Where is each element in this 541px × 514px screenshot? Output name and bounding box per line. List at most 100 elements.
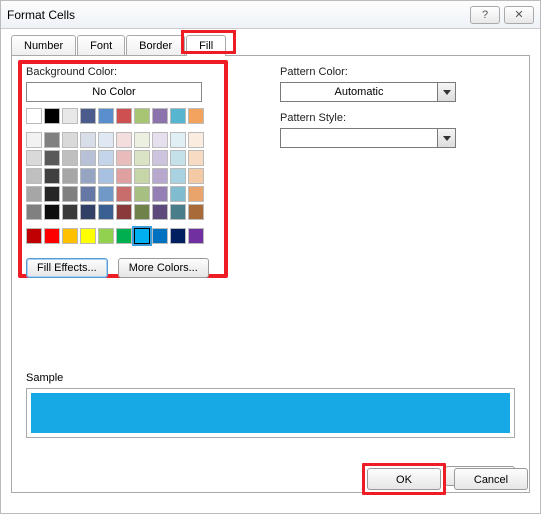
color-swatch[interactable]: [98, 168, 114, 184]
color-swatch[interactable]: [26, 108, 42, 124]
color-swatch[interactable]: [80, 228, 96, 244]
tab-label: Fill: [199, 40, 213, 52]
color-swatch[interactable]: [44, 204, 60, 220]
color-swatch[interactable]: [62, 132, 78, 148]
color-swatch[interactable]: [80, 150, 96, 166]
color-swatch[interactable]: [116, 186, 132, 202]
color-swatch[interactable]: [26, 150, 42, 166]
color-swatch[interactable]: [152, 186, 168, 202]
pattern-style-dropdown-button[interactable]: [437, 129, 455, 147]
color-swatch[interactable]: [26, 132, 42, 148]
color-swatch[interactable]: [134, 150, 150, 166]
color-swatch[interactable]: [116, 132, 132, 148]
fill-effects-button[interactable]: Fill Effects...: [26, 258, 108, 278]
color-swatch[interactable]: [98, 228, 114, 244]
color-swatch[interactable]: [152, 228, 168, 244]
color-swatch[interactable]: [170, 168, 186, 184]
color-swatch[interactable]: [170, 204, 186, 220]
color-swatch[interactable]: [44, 168, 60, 184]
cancel-label: Cancel: [474, 474, 508, 486]
color-swatch[interactable]: [188, 204, 204, 220]
color-swatch[interactable]: [152, 150, 168, 166]
tab-font[interactable]: Font: [77, 35, 125, 56]
color-swatch[interactable]: [62, 228, 78, 244]
color-swatch[interactable]: [80, 168, 96, 184]
color-swatch[interactable]: [80, 108, 96, 124]
sample-label: Sample: [26, 372, 63, 384]
color-swatch[interactable]: [116, 228, 132, 244]
color-swatch[interactable]: [98, 150, 114, 166]
color-swatch[interactable]: [152, 204, 168, 220]
tab-label: Font: [90, 40, 112, 52]
color-swatch[interactable]: [170, 108, 186, 124]
color-swatch[interactable]: [62, 168, 78, 184]
no-color-button[interactable]: No Color: [26, 82, 202, 102]
color-swatch[interactable]: [98, 186, 114, 202]
format-cells-dialog: Format Cells ? ✕ Number Font Border Fill…: [0, 0, 541, 514]
color-swatch[interactable]: [170, 132, 186, 148]
close-button[interactable]: ✕: [504, 6, 534, 24]
pattern-color-dropdown-button[interactable]: [437, 83, 455, 101]
pattern-color-combo[interactable]: Automatic: [280, 82, 456, 102]
color-swatch[interactable]: [134, 132, 150, 148]
color-swatch[interactable]: [26, 168, 42, 184]
cancel-button[interactable]: Cancel: [454, 468, 528, 490]
tab-label: Border: [139, 40, 172, 52]
color-swatch[interactable]: [188, 168, 204, 184]
color-swatch[interactable]: [26, 228, 42, 244]
color-swatch[interactable]: [152, 132, 168, 148]
color-swatch[interactable]: [134, 108, 150, 124]
color-swatch[interactable]: [170, 186, 186, 202]
color-swatch[interactable]: [98, 204, 114, 220]
dialog-body: Number Font Border Fill Background Color…: [1, 29, 540, 503]
color-swatch[interactable]: [116, 108, 132, 124]
color-swatch[interactable]: [44, 132, 60, 148]
color-swatch[interactable]: [188, 150, 204, 166]
pattern-style-combo[interactable]: [280, 128, 456, 148]
tab-fill[interactable]: Fill: [186, 35, 226, 56]
titlebar: Format Cells ? ✕: [1, 1, 540, 29]
ok-button[interactable]: OK: [367, 468, 441, 490]
color-swatch[interactable]: [62, 204, 78, 220]
tab-number[interactable]: Number: [11, 35, 76, 56]
color-swatch[interactable]: [134, 186, 150, 202]
ok-button-highlight: OK: [362, 463, 446, 495]
color-swatch[interactable]: [134, 168, 150, 184]
color-swatch[interactable]: [80, 186, 96, 202]
color-swatch[interactable]: [116, 168, 132, 184]
color-swatch[interactable]: [44, 186, 60, 202]
fill-effects-label: Fill Effects...: [37, 262, 97, 274]
color-swatch[interactable]: [62, 108, 78, 124]
color-swatch[interactable]: [62, 150, 78, 166]
color-swatch[interactable]: [134, 228, 150, 244]
color-swatch[interactable]: [26, 204, 42, 220]
help-button[interactable]: ?: [470, 6, 500, 24]
color-swatch[interactable]: [188, 186, 204, 202]
color-swatch[interactable]: [44, 150, 60, 166]
color-swatch[interactable]: [44, 108, 60, 124]
color-swatch[interactable]: [134, 204, 150, 220]
color-swatch[interactable]: [188, 132, 204, 148]
close-icon: ✕: [514, 8, 523, 21]
color-swatch[interactable]: [62, 186, 78, 202]
color-swatch[interactable]: [80, 132, 96, 148]
tab-strip: Number Font Border Fill: [11, 35, 530, 56]
tab-border[interactable]: Border: [126, 35, 185, 56]
standard-color-row: [26, 228, 226, 244]
chevron-down-icon: [443, 136, 451, 141]
color-swatch[interactable]: [152, 168, 168, 184]
color-swatch[interactable]: [188, 108, 204, 124]
color-swatch[interactable]: [80, 204, 96, 220]
bg-color-section: Background Color: No Color Fill Effects.…: [26, 66, 226, 278]
color-swatch[interactable]: [116, 150, 132, 166]
more-colors-button[interactable]: More Colors...: [118, 258, 209, 278]
color-swatch[interactable]: [116, 204, 132, 220]
color-swatch[interactable]: [170, 150, 186, 166]
color-swatch[interactable]: [98, 132, 114, 148]
color-swatch[interactable]: [152, 108, 168, 124]
color-swatch[interactable]: [98, 108, 114, 124]
color-swatch[interactable]: [188, 228, 204, 244]
color-swatch[interactable]: [26, 186, 42, 202]
color-swatch[interactable]: [44, 228, 60, 244]
color-swatch[interactable]: [170, 228, 186, 244]
